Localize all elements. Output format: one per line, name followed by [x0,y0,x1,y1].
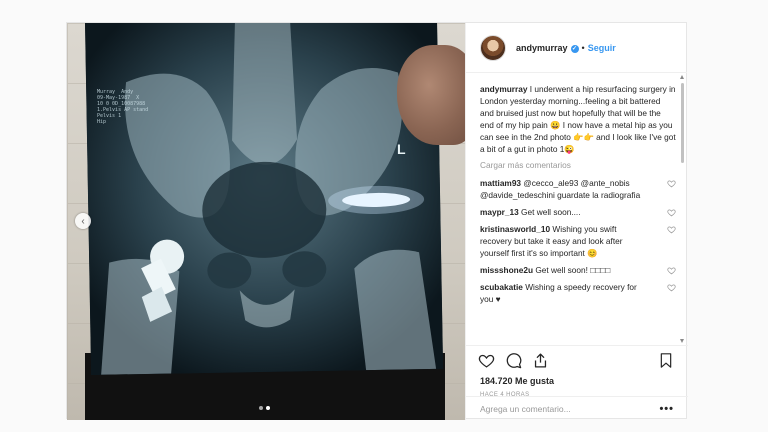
like-comment-icon[interactable] [667,225,676,234]
comments-scrollbar[interactable] [681,83,684,163]
comment-bubble-icon[interactable] [505,352,522,369]
instagram-post-frame: Murray Andy 09-May-1987 X 10 0 0D_100879… [66,22,688,420]
post-caption: andymurray I underwent a hip resurfacing… [480,83,676,155]
comment-username[interactable]: kristinasworld_10 [480,224,550,234]
chevron-left-icon: ‹ [81,215,85,227]
share-icon[interactable] [532,352,549,369]
username-text[interactable]: andymurray [516,43,568,53]
comment-item: maypr_13 Get well soon.... [480,206,676,218]
xray-patient-label: Murray Andy 09-May-1987 X 10 0 0D_100879… [97,89,149,125]
more-options-icon[interactable]: ••• [659,403,674,415]
bookmark-icon[interactable] [658,352,674,369]
comment-text: Get well soon.... [518,207,581,217]
caption-username[interactable]: andymurray [480,84,528,94]
comment-username[interactable]: scubakatie [480,282,523,292]
comment-item: mattiam93 @cecco_ale93 @ante_nobis @davi… [480,177,676,201]
verified-badge-icon: ✓ [570,44,579,53]
likes-count[interactable]: 184.720 Me gusta [480,376,554,386]
like-comment-icon[interactable] [667,266,676,275]
carousel-dot-active [266,406,270,410]
add-comment-bar: ••• [466,396,688,420]
comment-item: scubakatie Wishing a speedy recovery for… [480,281,676,305]
like-comment-icon[interactable] [667,179,676,188]
separator-dot: • [581,42,585,53]
follow-button[interactable]: Seguir [588,43,616,53]
heart-icon[interactable] [478,352,495,369]
comment-text: Get well soon! □□□□ [533,265,611,275]
post-photo[interactable]: Murray Andy 09-May-1987 X 10 0 0D_100879… [67,23,465,420]
comment-item: missshone2u Get well soon! □□□□ [480,264,676,276]
post-header: andymurray ✓ • Seguir [466,23,687,73]
like-comment-icon[interactable] [667,283,676,292]
carousel-dot [259,406,263,410]
like-comment-icon[interactable] [667,208,676,217]
caption-text: I underwent a hip resurfacing surgery in… [480,84,676,154]
comment-input[interactable] [480,403,650,414]
comment-username[interactable]: maypr_13 [480,207,519,217]
comment-username[interactable]: mattiam93 [480,178,521,188]
comments-area: andymurray I underwent a hip resurfacing… [466,73,688,345]
xray-pelvis-image [85,23,444,375]
xray-side-marker: L [397,141,406,157]
load-more-comments-button[interactable]: Cargar más comentarios [480,159,676,171]
avatar[interactable] [480,34,506,61]
carousel-indicator [259,406,270,410]
xray-film [85,23,444,375]
scroll-up-arrow-icon[interactable] [680,75,684,79]
comment-item: kristinasworld_10 Wishing you swift reco… [480,223,676,259]
comment-username[interactable]: missshone2u [480,265,533,275]
scroll-down-arrow-icon[interactable] [680,339,684,343]
carousel-prev-button[interactable]: ‹ [75,213,91,229]
header-username[interactable]: andymurray ✓ [516,43,579,53]
post-sidebar: andymurray ✓ • Seguir andymurray I underw… [465,23,688,420]
